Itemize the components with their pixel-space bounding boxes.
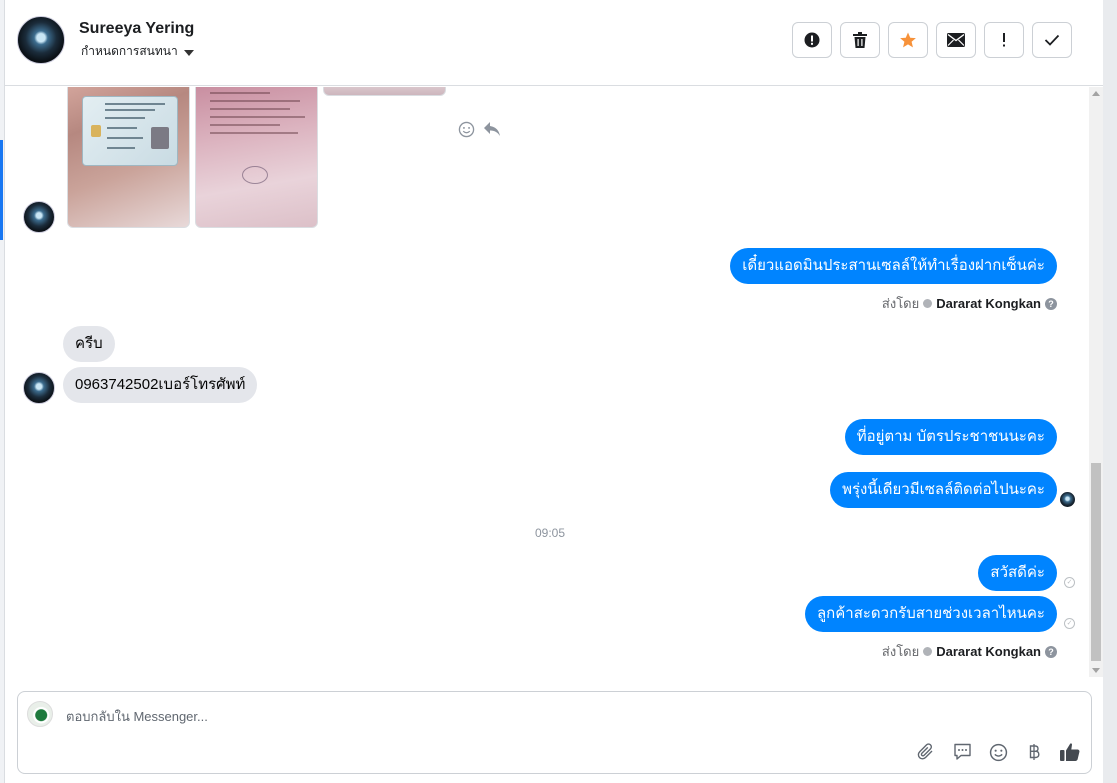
follow-up-button[interactable] <box>984 22 1024 58</box>
message-thread[interactable]: เดี๋ยวแอดมินประสานเซลล์ให้ทำเรื่องฝากเซ็… <box>5 87 1089 677</box>
stamp-mark <box>242 166 268 184</box>
contact-avatar-small[interactable] <box>23 372 55 404</box>
scroll-up-arrow[interactable] <box>1092 91 1100 96</box>
emoji-button[interactable] <box>987 741 1009 763</box>
contact-name[interactable]: Sureeya Yering <box>79 20 194 38</box>
delete-button[interactable] <box>840 22 880 58</box>
reply-icon[interactable] <box>483 121 501 137</box>
trash-icon <box>853 32 867 48</box>
sent-by-info: ส่งโดย Dararat Kongkan ? <box>882 293 1057 314</box>
attachment-button[interactable] <box>915 741 937 763</box>
exclamation-icon <box>1003 33 1005 47</box>
star-icon <box>900 32 916 48</box>
incoming-message[interactable]: 0963742502เบอร์โทรศัพท์ <box>63 367 258 403</box>
like-button[interactable] <box>1059 741 1081 763</box>
chat-bubble-icon <box>953 743 971 760</box>
smiley-icon[interactable] <box>458 121 475 138</box>
mark-done-button[interactable] <box>1032 22 1072 58</box>
reply-input[interactable] <box>66 706 866 726</box>
right-panel-edge <box>1103 0 1117 783</box>
saved-replies-button[interactable] <box>951 741 973 763</box>
paperclip-icon <box>917 743 933 760</box>
photo-attachment[interactable] <box>323 87 446 96</box>
incoming-message[interactable]: ครีบ <box>63 326 115 362</box>
thumbs-up-icon <box>1060 743 1080 761</box>
document-photo-attachment[interactable] <box>195 87 318 228</box>
id-card-image <box>82 96 178 166</box>
outgoing-message[interactable]: พรุ่งนี้เดียวมีเซลล์ติดต่อไปนะคะ <box>830 472 1057 508</box>
delivered-check-icon: ✓ <box>1064 618 1075 629</box>
agent-name[interactable]: Dararat Kongkan <box>936 644 1041 659</box>
mark-spam-button[interactable] <box>792 22 832 58</box>
assign-conversation-label: กำหนดการสนทนา <box>81 44 178 58</box>
outgoing-message[interactable]: ลูกค้าสะดวกรับสายช่วงเวลาไหนคะ <box>804 596 1057 632</box>
mark-unread-button[interactable] <box>936 22 976 58</box>
star-button[interactable] <box>888 22 928 58</box>
smiley-icon <box>989 743 1007 761</box>
id-card-photo-attachment[interactable] <box>67 87 190 228</box>
sent-by-label: ส่งโดย <box>881 644 920 659</box>
reply-composer <box>17 691 1092 774</box>
sent-by-info: ส่งโดย Dararat Kongkan ? <box>882 641 1057 662</box>
verified-icon <box>923 299 933 308</box>
selected-conversation-indicator <box>0 140 3 240</box>
help-icon[interactable]: ? <box>1045 645 1057 658</box>
conversation-header: Sureeya Yering กำหนดการสนทนา <box>5 0 1103 86</box>
delivered-check-icon: ✓ <box>1064 577 1075 588</box>
message-tools <box>458 121 501 138</box>
timestamp: 09:05 <box>534 526 566 540</box>
outgoing-message[interactable]: เดี๋ยวแอดมินประสานเซลล์ให้ทำเรื่องฝากเซ็… <box>730 248 1057 284</box>
contact-avatar-small[interactable] <box>23 201 55 233</box>
outgoing-message[interactable]: สวัสดีค่ะ <box>978 555 1057 591</box>
messenger-inbox: Sureeya Yering กำหนดการสนทนา เดี๋ยวแอดมิ… <box>0 0 1117 783</box>
composer-tools <box>915 741 1081 763</box>
scrollbar-thumb[interactable] <box>1091 463 1101 661</box>
conversation-actions <box>792 22 1072 58</box>
envelope-icon <box>947 33 965 47</box>
baht-icon <box>1029 744 1040 760</box>
assign-conversation-dropdown[interactable]: กำหนดการสนทนา <box>81 42 194 61</box>
agent-name[interactable]: Dararat Kongkan <box>936 296 1041 311</box>
thread-scrollbar[interactable] <box>1089 87 1103 677</box>
page-avatar <box>27 701 53 727</box>
verified-icon <box>923 647 933 656</box>
alert-circle-icon <box>804 32 820 48</box>
help-icon[interactable]: ? <box>1045 297 1057 310</box>
contact-avatar[interactable] <box>17 16 65 64</box>
seen-avatar <box>1060 492 1075 507</box>
sent-by-label: ส่งโดย <box>881 296 920 311</box>
chevron-down-icon <box>183 49 194 56</box>
outgoing-message[interactable]: ที่อยู่ตาม บัตรประชาชนนะคะ <box>844 419 1057 455</box>
check-icon <box>1044 34 1060 46</box>
payment-button[interactable] <box>1023 741 1045 763</box>
scroll-down-arrow[interactable] <box>1092 668 1100 673</box>
